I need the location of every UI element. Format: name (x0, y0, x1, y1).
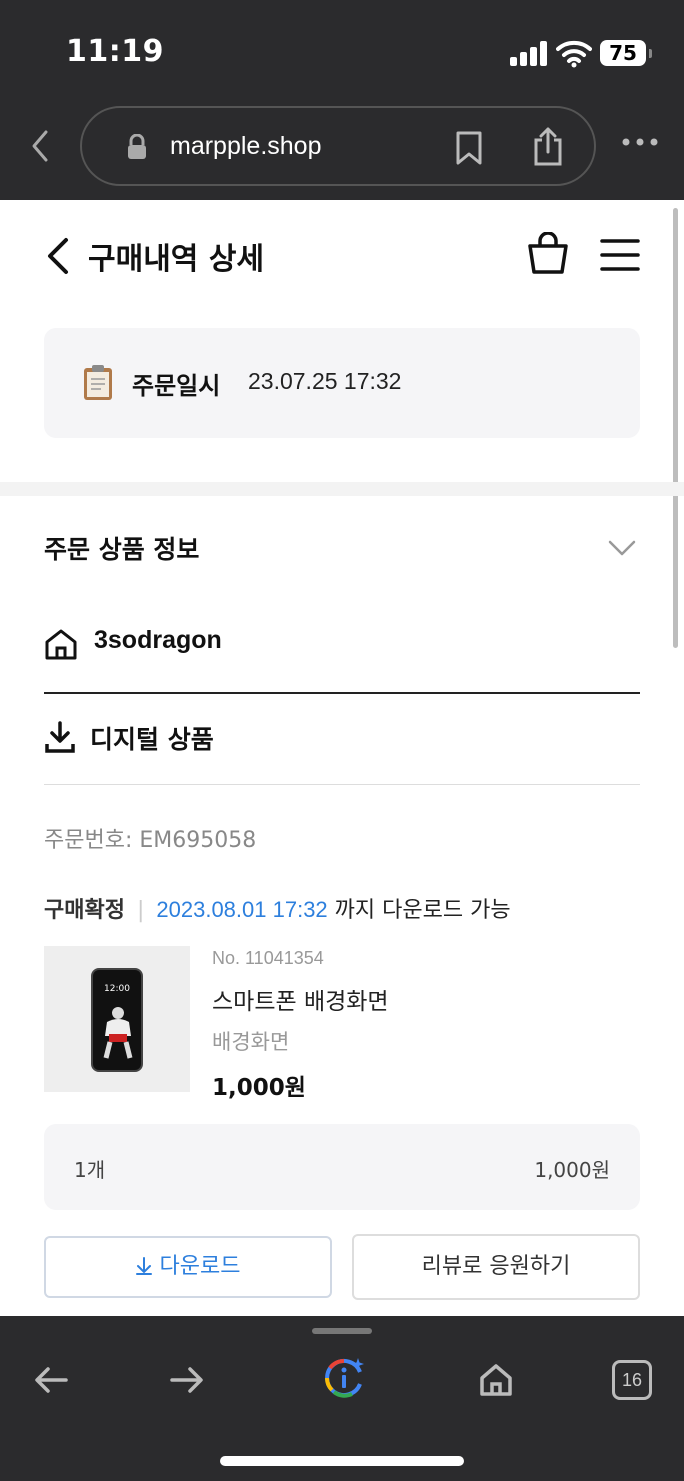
chevron-down-icon[interactable] (608, 538, 636, 558)
wallpaper-figure-image (103, 1007, 133, 1059)
section-divider (0, 482, 684, 496)
browser-toolbar: 16 (0, 1316, 684, 1481)
back-icon[interactable] (26, 128, 56, 164)
order-date-box: 주문일시 23.07.25 17:32 (44, 328, 640, 438)
order-date-value: 23.07.25 17:32 (248, 368, 402, 394)
back-icon[interactable] (32, 1360, 72, 1400)
product-price: 1,000원 (212, 1075, 306, 1101)
status-time: 11:19 (66, 34, 164, 69)
download-button-label: 다운로드 (159, 1254, 241, 1279)
total-price: 1,000원 (534, 1158, 610, 1182)
lock-icon (128, 134, 146, 159)
share-icon[interactable] (532, 126, 564, 166)
order-status: 구매확정 (44, 898, 125, 923)
download-button[interactable]: 다운로드 (44, 1236, 332, 1298)
product-type-label: 디지털 상품 (90, 725, 214, 754)
signal-icon (510, 40, 550, 66)
product-name[interactable]: 스마트폰 배경화면 (212, 982, 389, 1016)
quantity: 1개 (74, 1158, 106, 1182)
product-thumbnail[interactable]: 12:00 (44, 946, 190, 1092)
clipboard-icon (84, 365, 112, 400)
bookmark-icon[interactable] (454, 130, 484, 166)
google-icon[interactable] (322, 1356, 366, 1400)
download-arrow-icon (135, 1257, 152, 1275)
wifi-icon (556, 40, 592, 68)
address-bar[interactable]: marpple.shop (80, 106, 596, 186)
download-icon (45, 721, 75, 753)
section-title: 주문 상품 정보 (44, 535, 200, 564)
home-indicator (220, 1456, 464, 1466)
separator: | (136, 898, 145, 923)
order-status-row: 구매확정 | 2023.08.01 17:32 까지 다운로드 가능 (44, 892, 511, 924)
home-icon[interactable] (476, 1360, 516, 1400)
back-icon[interactable] (44, 236, 72, 276)
download-deadline: 2023.08.01 17:32 (156, 897, 328, 922)
url-text: marpple.shop (170, 132, 322, 160)
thumbnail-time: 12:00 (104, 984, 130, 994)
order-number: 주문번호: EM695058 (44, 828, 257, 853)
phone-image: 12:00 (91, 968, 143, 1072)
download-deadline-suffix: 까지 다운로드 가능 (327, 898, 511, 923)
divider (44, 784, 640, 785)
bag-icon[interactable] (526, 232, 570, 276)
menu-icon[interactable] (600, 238, 640, 272)
review-button[interactable]: 리뷰로 응원하기 (352, 1234, 640, 1300)
product-number: No. 11041354 (212, 948, 324, 968)
tabs-icon[interactable]: 16 (612, 1360, 652, 1400)
quantity-summary: 1개 1,000원 (44, 1124, 640, 1210)
status-bar: 11:19 75 (0, 0, 684, 100)
shop-name[interactable]: 3sodragon (94, 626, 222, 655)
forward-icon[interactable] (166, 1360, 206, 1400)
home-shop-icon (45, 629, 77, 660)
toolbar-handle[interactable] (312, 1328, 372, 1334)
more-icon[interactable] (620, 136, 660, 148)
scrollbar[interactable] (673, 208, 678, 648)
divider (44, 692, 640, 694)
order-date-label: 주문일시 (132, 372, 221, 400)
battery-icon: 75 (600, 40, 652, 66)
page-title: 구매내역 상세 (88, 242, 265, 277)
product-option: 배경화면 (212, 1030, 290, 1054)
browser-address-row: marpple.shop (0, 100, 684, 200)
web-page: 구매내역 상세 주문일시 23.07.25 17:32 주문 상품 정보 3so… (0, 200, 684, 1316)
